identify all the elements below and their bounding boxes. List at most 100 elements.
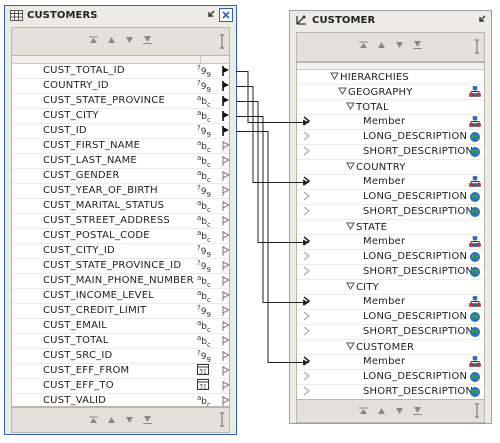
tree-attribute-row[interactable]: SHORT_DESCRIPTION (297, 265, 484, 280)
unmapped-connector-icon[interactable] (222, 336, 229, 349)
pin-icon[interactable] (219, 412, 225, 428)
unmapped-connector-icon[interactable] (222, 246, 229, 259)
scroll-bottom-icon[interactable] (143, 416, 152, 424)
column-row[interactable]: COUNTRY_ID ?99 (12, 79, 229, 94)
tree-attribute-row[interactable]: SHORT_DESCRIPTION (297, 325, 484, 340)
tree-group-row[interactable]: GEOGRAPHY (297, 85, 484, 100)
unmapped-connector-icon[interactable] (222, 381, 229, 394)
tree-attribute-row[interactable]: Member (297, 115, 484, 130)
scroll-top-icon[interactable] (359, 41, 368, 49)
unmapped-connector-icon[interactable] (222, 171, 229, 184)
column-row[interactable]: CUST_FIRST_NAME abc (12, 139, 229, 154)
tree-group-row[interactable]: STATE (297, 220, 484, 235)
column-row[interactable]: CUST_MARITAL_STATUS abc (12, 199, 229, 214)
collapse-icon[interactable] (330, 71, 340, 83)
column-row[interactable]: CUST_LAST_NAME abc (12, 154, 229, 169)
scroll-bottom-icon[interactable] (413, 407, 422, 415)
tree-group-row[interactable]: TOTAL (297, 100, 484, 115)
tree-attribute-row[interactable]: Member (297, 295, 484, 310)
column-row[interactable]: CUST_TOTAL_ID ?99 (12, 64, 229, 79)
collapse-icon[interactable] (346, 221, 356, 233)
unmapped-connector-icon[interactable] (222, 141, 229, 154)
scroll-up-icon[interactable] (377, 41, 386, 49)
mapped-connector-icon[interactable] (222, 66, 229, 79)
column-row[interactable]: CUST_TOTAL abc (12, 334, 229, 349)
customer-dimension-panel[interactable]: CUSTOMER HIERARCHIES GEOGRAPHY TOTAL Member… (289, 10, 492, 424)
column-row[interactable]: CUST_GENDER abc (12, 169, 229, 184)
scroll-up-icon[interactable] (107, 36, 116, 44)
column-row[interactable]: CUST_STATE_PROVINCE_ID ?99 (12, 259, 229, 274)
unmapped-connector-icon[interactable] (222, 186, 229, 199)
unmapped-connector-icon[interactable] (222, 201, 229, 214)
unmapped-connector-icon[interactable] (222, 276, 229, 289)
scroll-up-icon[interactable] (107, 416, 116, 424)
column-row[interactable]: CUST_EFF_TO 31 (12, 379, 229, 394)
bottom-scroll-controls[interactable] (11, 407, 230, 433)
mapped-connector-icon[interactable] (222, 96, 229, 109)
tree-group-row[interactable]: HIERARCHIES (297, 70, 484, 85)
collapse-icon[interactable] (338, 86, 348, 98)
unmapped-connector-icon[interactable] (222, 291, 229, 304)
tree-attribute-row[interactable]: SHORT_DESCRIPTION (297, 205, 484, 220)
minimize-icon[interactable] (474, 13, 488, 27)
tree-attribute-row[interactable]: Member (297, 175, 484, 190)
collapse-icon[interactable] (346, 101, 356, 113)
column-row[interactable]: CUST_STATE_PROVINCE abc (12, 94, 229, 109)
unmapped-connector-icon[interactable] (222, 396, 229, 406)
collapse-icon[interactable] (346, 161, 356, 173)
column-row[interactable]: CUST_INCOME_LEVEL abc (12, 289, 229, 304)
column-row[interactable]: CUST_CITY abc (12, 109, 229, 124)
mapped-connector-icon[interactable] (222, 81, 229, 94)
scroll-down-icon[interactable] (395, 407, 404, 415)
unmapped-connector-icon[interactable] (222, 351, 229, 364)
customers-titlebar[interactable]: CUSTOMERS (5, 6, 236, 24)
unmapped-connector-icon[interactable] (222, 306, 229, 319)
pin-icon[interactable] (219, 34, 225, 50)
tree-attribute-row[interactable]: LONG_DESCRIPTION (297, 250, 484, 265)
scroll-top-icon[interactable] (89, 36, 98, 44)
column-row[interactable]: CUST_EFF_FROM 31 (12, 364, 229, 379)
bottom-scroll-controls[interactable] (296, 399, 485, 423)
column-row[interactable]: CUST_MAIN_PHONE_NUMBER abc (12, 274, 229, 289)
pin-icon[interactable] (474, 39, 480, 55)
scroll-up-icon[interactable] (377, 407, 386, 415)
collapse-icon[interactable] (346, 341, 356, 353)
scroll-bottom-icon[interactable] (143, 36, 152, 44)
column-row[interactable]: CUST_EMAIL abc (12, 319, 229, 334)
tree-group-row[interactable]: CITY (297, 280, 484, 295)
tree-attribute-row[interactable]: SHORT_DESCRIPTION (297, 145, 484, 160)
column-row[interactable]: CUST_SRC_ID ?99 (12, 349, 229, 364)
tree-attribute-row[interactable]: LONG_DESCRIPTION (297, 310, 484, 325)
mapped-connector-icon[interactable] (222, 126, 229, 139)
tree-attribute-row[interactable]: LONG_DESCRIPTION (297, 370, 484, 385)
scroll-down-icon[interactable] (125, 416, 134, 424)
tree-group-row[interactable]: COUNTRY (297, 160, 484, 175)
column-row[interactable]: CUST_STREET_ADDRESS abc (12, 214, 229, 229)
column-row[interactable]: CUST_POSTAL_CODE abc (12, 229, 229, 244)
unmapped-connector-icon[interactable] (222, 156, 229, 169)
unmapped-connector-icon[interactable] (222, 321, 229, 334)
column-row[interactable]: CUST_YEAR_OF_BIRTH ?99 (12, 184, 229, 199)
column-row[interactable]: CUST_CREDIT_LIMIT ?99 (12, 304, 229, 319)
column-row[interactable]: CUST_CITY_ID ?99 (12, 244, 229, 259)
unmapped-connector-icon[interactable] (222, 366, 229, 379)
top-scroll-controls[interactable] (296, 32, 485, 62)
tree-attribute-row[interactable]: LONG_DESCRIPTION (297, 190, 484, 205)
collapse-icon[interactable] (346, 281, 356, 293)
unmapped-connector-icon[interactable] (222, 231, 229, 244)
tree-group-row[interactable]: CUSTOMER (297, 340, 484, 355)
tree-attribute-row[interactable]: Member (297, 355, 484, 370)
customer-titlebar[interactable]: CUSTOMER (290, 11, 491, 29)
column-row[interactable]: CUST_VALID abc (12, 394, 229, 406)
top-scroll-controls[interactable] (11, 27, 230, 57)
scroll-top-icon[interactable] (359, 407, 368, 415)
scroll-down-icon[interactable] (125, 36, 134, 44)
close-icon[interactable] (219, 8, 233, 22)
scroll-top-icon[interactable] (89, 416, 98, 424)
pin-icon[interactable] (474, 403, 480, 419)
tree-attribute-row[interactable]: Member (297, 235, 484, 250)
tree-attribute-row[interactable]: SHORT_DESCRIPTION (297, 385, 484, 400)
scroll-bottom-icon[interactable] (413, 41, 422, 49)
mapped-connector-icon[interactable] (222, 111, 229, 124)
scroll-down-icon[interactable] (395, 41, 404, 49)
